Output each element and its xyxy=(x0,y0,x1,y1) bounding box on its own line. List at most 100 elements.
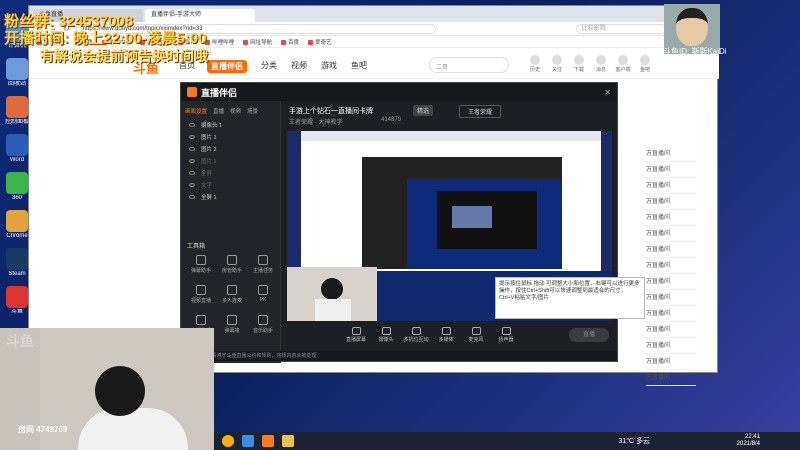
list-item[interactable]: 万直播间 xyxy=(646,322,696,338)
clock-date: 2021/8/4 xyxy=(736,441,760,447)
stream-title[interactable]: 手游上个钻石一直播间卡牌 xyxy=(289,106,373,116)
list-item[interactable]: 万直播间 xyxy=(646,306,696,322)
nav-game[interactable]: 游戏 xyxy=(321,60,337,71)
app-tab[interactable]: 画面设置 xyxy=(185,107,207,115)
bottom-button-icon xyxy=(351,327,361,335)
list-item[interactable]: 万直播间 xyxy=(646,162,696,178)
tool-icon xyxy=(227,315,237,325)
bottom-button[interactable]: 摄像头 xyxy=(371,327,401,343)
list-item[interactable]: 万直播间 xyxy=(646,370,696,386)
app-sidebar: 画面设置 直播 视频 场景 摄像头 1 图片 1 图片 2 图片 1 全屏文字全屏 1 工具箱… xyxy=(181,101,281,363)
bottom-button[interactable]: 麦克风 xyxy=(461,327,491,343)
eye-icon[interactable] xyxy=(189,195,195,199)
download-icon xyxy=(574,55,584,65)
tool-button[interactable]: 主播任务 xyxy=(249,255,277,274)
app-logo-icon xyxy=(187,87,197,97)
tool-button[interactable]: 多人连麦 xyxy=(218,285,246,304)
list-item[interactable]: 万直播间 xyxy=(646,242,696,258)
browser-search-input[interactable]: 比较影院 xyxy=(575,23,666,34)
streamer-head xyxy=(95,366,145,416)
header-follow-button[interactable]: 关注 xyxy=(546,55,568,73)
header-history-button[interactable]: 历史 xyxy=(524,55,546,73)
tool-icon xyxy=(196,255,206,265)
tool-label: PK xyxy=(259,297,267,303)
go-live-button[interactable]: 直播 xyxy=(569,328,609,342)
layer-item[interactable]: 全屏 1 xyxy=(181,191,280,203)
bottom-button-label: 直播屏幕 xyxy=(345,337,366,343)
bottom-button[interactable]: 直播屏幕 xyxy=(341,327,371,343)
word-icon xyxy=(6,134,28,156)
eye-icon[interactable] xyxy=(189,183,195,187)
app-titlebar: 直播伴侣 ✕ xyxy=(181,83,617,101)
layer-item[interactable]: 文字 xyxy=(181,179,280,191)
app-tab[interactable]: 直播 xyxy=(213,107,224,115)
tool-button[interactable]: 弹幕墙 xyxy=(218,315,246,334)
tool-button[interactable]: 弹幕助手 xyxy=(187,255,215,274)
bookmark-link[interactable]: 哔哩哔哩 xyxy=(205,38,234,46)
nav-live-assistant[interactable]: 直播伴侣 xyxy=(207,60,247,73)
layer-label: 全屏 xyxy=(201,171,213,177)
nav-yuba[interactable]: 鱼吧 xyxy=(351,60,367,71)
header-message-button[interactable]: 消息 xyxy=(590,55,612,73)
bottom-button-icon xyxy=(441,327,451,335)
douyu-id: 斗鱼ID: 斯斯KaiDi xyxy=(663,47,727,56)
bottom-button[interactable]: 多机位互动 xyxy=(401,327,431,343)
eye-icon[interactable] xyxy=(189,135,195,139)
bottom-button[interactable]: 扬声器 xyxy=(491,327,521,343)
app-tab[interactable]: 场景 xyxy=(247,107,258,115)
stream-tag[interactable]: 精选 xyxy=(413,105,434,116)
list-item[interactable]: 万直播间 xyxy=(646,226,696,242)
tool-button[interactable]: 音乐助手 xyxy=(249,315,277,334)
header-download-button[interactable]: 下载 xyxy=(568,55,590,73)
tool-icon xyxy=(196,315,206,325)
tool-button[interactable]: 房管助手 xyxy=(218,255,246,274)
bookmark-link[interactable]: 网址导航 xyxy=(243,38,272,46)
eye-icon[interactable] xyxy=(189,159,195,163)
header-client-button[interactable]: 客户端 xyxy=(612,55,634,73)
layer-label: 摄像头 1 xyxy=(201,123,223,129)
layer-item[interactable]: 图片 1 xyxy=(181,155,280,167)
start-icon[interactable] xyxy=(222,435,234,447)
list-item[interactable]: 万直播间 xyxy=(646,274,696,290)
browser-taskbar-icon[interactable] xyxy=(242,435,254,447)
bookmark-link[interactable]: 爱奇艺 xyxy=(308,38,332,46)
layer-label: 文字 xyxy=(201,183,213,189)
follow-icon xyxy=(552,55,562,65)
history-icon xyxy=(530,55,540,65)
360-icon xyxy=(6,172,28,194)
list-item[interactable]: 万直播间 xyxy=(646,258,696,274)
tool-button[interactable]: 视频直播 xyxy=(187,285,215,304)
douyu-search-input[interactable]: 二哥 xyxy=(429,57,509,73)
list-item[interactable]: 万直播间 xyxy=(646,338,696,354)
category-select[interactable]: 王者荣耀 xyxy=(459,105,502,118)
header-yuba-button[interactable]: 鱼吧 xyxy=(634,55,656,73)
list-item[interactable]: 万直播间 xyxy=(646,210,696,226)
close-icon[interactable]: ✕ xyxy=(604,88,611,97)
header-icon-label: 鱼吧 xyxy=(639,67,650,73)
eye-icon[interactable] xyxy=(189,123,195,127)
eye-icon[interactable] xyxy=(189,171,195,175)
list-item[interactable]: 万直播间 xyxy=(646,354,696,370)
folder-taskbar-icon[interactable] xyxy=(282,435,294,447)
list-item[interactable]: 万直播间 xyxy=(646,290,696,306)
bottom-button[interactable]: 多媒体 xyxy=(431,327,461,343)
nav-video[interactable]: 视频 xyxy=(291,60,307,71)
tool-button[interactable]: PK xyxy=(249,285,277,303)
nav-category[interactable]: 分类 xyxy=(261,60,277,71)
bookmark-link[interactable]: 百度 xyxy=(281,38,299,46)
layer-item[interactable]: 图片 2 xyxy=(181,143,280,155)
tools-title: 工具箱 xyxy=(187,244,206,250)
streamer-face xyxy=(676,8,708,46)
layer-label: 图片 2 xyxy=(201,147,217,153)
layer-item[interactable]: 摄像头 1 xyxy=(181,119,280,131)
list-item[interactable]: 万直播间 xyxy=(646,178,696,194)
layer-item[interactable]: 全屏 xyxy=(181,167,280,179)
browser-tab-active[interactable]: 直播伴侣-手游大师 xyxy=(145,9,255,22)
app-tab[interactable]: 视频 xyxy=(230,107,241,115)
assistant-taskbar-icon[interactable] xyxy=(262,435,274,447)
layer-item[interactable]: 图片 1 xyxy=(181,131,280,143)
header-icon-label: 关注 xyxy=(551,67,562,73)
list-item[interactable]: 万直播间 xyxy=(646,194,696,210)
eye-icon[interactable] xyxy=(189,147,195,151)
list-item[interactable]: 万直播间 xyxy=(646,146,696,162)
